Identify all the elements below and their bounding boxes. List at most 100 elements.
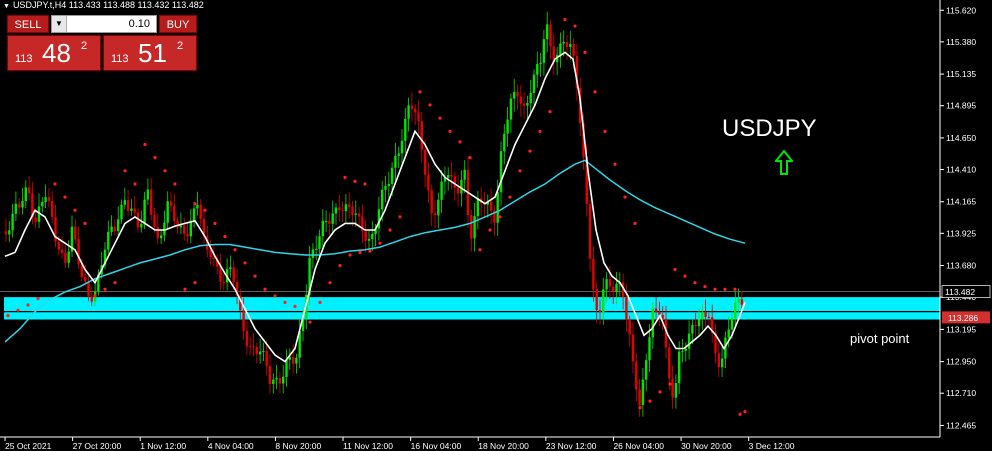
sar-dot (203, 208, 207, 212)
sar-dot (703, 285, 707, 289)
sar-dot (163, 169, 167, 173)
candle-bear (60, 249, 64, 253)
candle-bear (456, 187, 460, 194)
candle-bear (74, 226, 77, 240)
candle-bear (27, 187, 31, 194)
candle-bull (394, 155, 397, 168)
buy-button[interactable]: BUY (159, 15, 197, 33)
candle-bull (140, 223, 143, 228)
sar-dot (428, 103, 432, 107)
x-tick-label: 3 Dec 12:00 (749, 441, 795, 451)
sar-dot (623, 195, 627, 199)
candle-bull (390, 167, 394, 184)
buy-price-button[interactable]: 113 51 2 (103, 35, 197, 71)
candle-bull (321, 220, 324, 237)
candle-bear (212, 257, 216, 260)
candle-bull (8, 230, 11, 235)
candle-bear (522, 103, 526, 106)
sar-dot (378, 241, 382, 245)
candle-bear (598, 310, 602, 313)
candle-bear (338, 207, 341, 211)
candle-bull (559, 43, 562, 55)
candle-bear (252, 346, 255, 348)
candle-bull (400, 140, 404, 154)
candle-bull (282, 376, 285, 384)
candle-bear (450, 174, 453, 177)
candle-bull (143, 199, 146, 224)
candle-bear (133, 208, 136, 213)
candle-bear (717, 353, 720, 368)
buy-price-main: 51 (138, 38, 167, 68)
buy-price-prefix: 113 (111, 53, 129, 65)
sar-dot (26, 303, 30, 307)
candle-bear (64, 252, 67, 263)
x-tick-label: 30 Nov 20:00 (681, 441, 732, 451)
candle-bull (569, 44, 572, 48)
candle-bull (407, 105, 410, 119)
candle-bear (740, 299, 744, 305)
candle-bull (648, 337, 651, 361)
candle-bull (318, 236, 321, 249)
candle-bull (730, 318, 734, 330)
sar-dot (508, 195, 512, 199)
candle-bear (348, 204, 351, 207)
candle-bear (470, 215, 473, 239)
candle-bear (635, 361, 638, 390)
candle-bear (565, 41, 569, 48)
sar-dot (593, 90, 597, 94)
candle-bear (242, 310, 245, 331)
candle-bull (44, 197, 47, 202)
candle-bull (41, 201, 44, 207)
candle-bear (156, 226, 159, 239)
sar-dot (6, 313, 10, 318)
candle-bear (572, 44, 575, 56)
candle-bear (694, 324, 697, 327)
collapse-triangle-icon[interactable]: ▼ (3, 3, 10, 10)
candle-bull (701, 312, 704, 320)
candle-bull (641, 379, 645, 405)
candle-bull (691, 324, 694, 334)
sar-dot (353, 179, 357, 183)
sar-dot (528, 149, 532, 153)
lot-size-field[interactable]: ▼ 0.10 (51, 15, 157, 33)
sar-dot (738, 412, 742, 416)
candle-bear (417, 112, 420, 122)
current-price-label: 113.482 (945, 287, 975, 297)
y-tick-label: 113.680 (946, 261, 976, 271)
sell-price-button[interactable]: 113 48 2 (7, 35, 101, 71)
candle-bull (384, 185, 387, 190)
sar-dot (243, 261, 247, 265)
sar-dot (583, 50, 587, 54)
sar-dot (153, 156, 157, 160)
candle-bull (674, 383, 678, 398)
candle-bear (427, 174, 430, 191)
sar-dot (468, 156, 472, 160)
sar-dot (573, 24, 577, 28)
sar-dot (448, 129, 452, 133)
y-tick-label: 113.925 (946, 228, 976, 238)
candle-bull (146, 189, 150, 200)
sar-dot (363, 182, 367, 186)
candle-bull (404, 118, 407, 141)
candle-bull (315, 248, 318, 250)
candle-bull (440, 181, 443, 200)
candle-bull (602, 289, 605, 313)
sar-dot (488, 228, 492, 232)
candle-bull (681, 350, 684, 352)
sar-dot (193, 281, 197, 285)
arrow-up-icon (775, 150, 793, 175)
candle-bear (186, 233, 189, 237)
sar-dot (53, 182, 57, 186)
candle-bull (354, 213, 357, 215)
candle-bull (295, 357, 298, 364)
candle-bear (625, 297, 628, 320)
lot-decrease-icon[interactable]: ▼ (52, 16, 67, 32)
sell-button[interactable]: SELL (7, 15, 49, 33)
candle-bull (21, 201, 24, 208)
y-tick-label: 114.650 (946, 133, 976, 143)
sar-dot (328, 281, 332, 285)
buy-price-sup: 2 (177, 40, 184, 52)
candle-bear (410, 105, 414, 109)
sar-dot (398, 215, 402, 219)
x-tick-label: 4 Nov 04:00 (208, 441, 254, 451)
